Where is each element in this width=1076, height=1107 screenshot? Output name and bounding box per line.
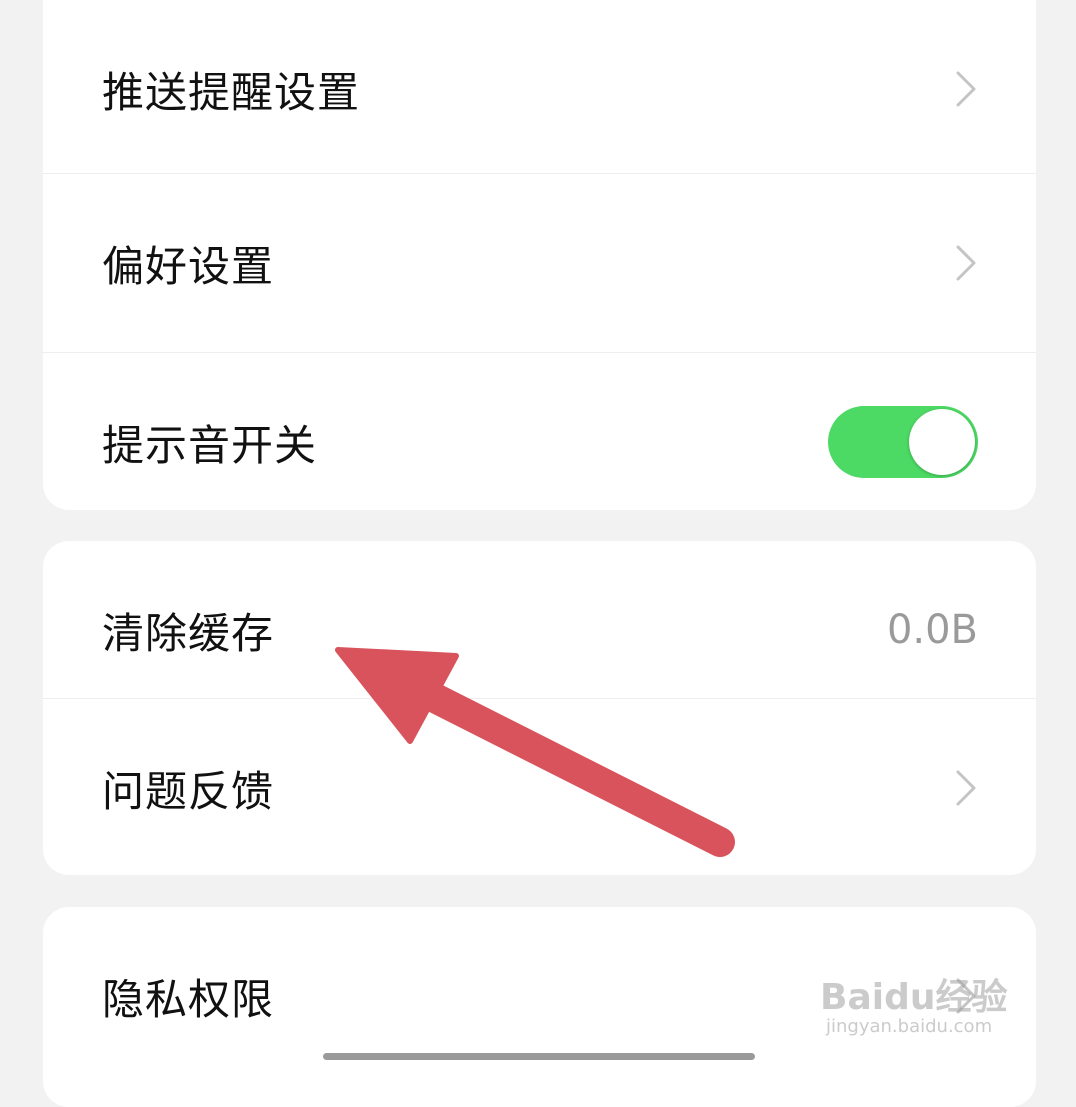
feedback-label: 问题反馈 xyxy=(102,766,275,816)
push-reminder-settings-row[interactable]: 推送提醒设置 xyxy=(43,0,1036,178)
preferences-row[interactable]: 偏好设置 xyxy=(43,174,1036,352)
toggle-knob xyxy=(909,409,975,475)
cache-size-value: 0.0B xyxy=(886,607,978,653)
home-indicator[interactable] xyxy=(323,1053,755,1060)
baidu-jingyan-watermark: Baidu经验 jingyan.baidu.com xyxy=(820,948,1030,1048)
feedback-row[interactable]: 问题反馈 xyxy=(43,699,1036,875)
watermark-brand: Baidu经验 xyxy=(820,977,1008,1018)
sound-toggle-switch[interactable] xyxy=(828,406,978,478)
settings-group-2: 清除缓存 0.0B 问题反馈 xyxy=(43,541,1036,875)
watermark-url: jingyan.baidu.com xyxy=(826,1016,993,1037)
chevron-right-icon xyxy=(956,245,976,281)
clear-cache-row[interactable]: 清除缓存 0.0B xyxy=(43,541,1036,719)
chevron-right-icon xyxy=(956,71,976,107)
privacy-permissions-label: 隐私权限 xyxy=(102,974,275,1024)
chevron-right-icon xyxy=(956,770,976,806)
clear-cache-label: 清除缓存 xyxy=(102,608,275,658)
settings-group-1: 推送提醒设置 偏好设置 提示音开关 xyxy=(43,0,1036,510)
sound-toggle-row: 提示音开关 xyxy=(43,353,1036,510)
push-reminder-settings-label: 推送提醒设置 xyxy=(102,67,361,117)
sound-toggle-label: 提示音开关 xyxy=(102,420,318,470)
preferences-label: 偏好设置 xyxy=(102,241,275,291)
